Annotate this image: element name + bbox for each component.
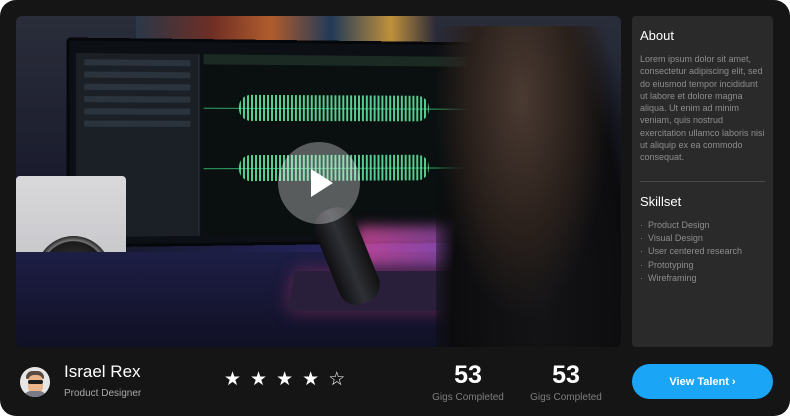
skill-list: Product Design Visual Design User center… — [640, 219, 765, 286]
divider — [640, 180, 765, 182]
skill-item: Product Design — [640, 219, 765, 233]
skill-item: Prototyping — [640, 259, 765, 273]
play-icon — [311, 169, 333, 197]
star-icon: ★ — [302, 369, 320, 390]
talent-role: Product Designer — [64, 388, 142, 399]
person — [436, 26, 621, 347]
skill-item: User centered research — [640, 245, 765, 259]
view-talent-label: View Talent — [669, 375, 729, 388]
about-panel: About Lorem ipsum dolor sit amet, consec… — [632, 16, 773, 347]
skill-item: Wireframing — [640, 272, 765, 286]
about-title: About — [640, 28, 674, 43]
star-icon: ★ — [250, 369, 268, 390]
stat-gigs-completed: 53 Gigs Completed — [423, 360, 513, 403]
play-button[interactable] — [278, 142, 360, 224]
view-talent-button[interactable]: View Talent › — [632, 364, 773, 399]
skill-item: Visual Design — [640, 232, 765, 246]
star-icon: ★ — [276, 369, 294, 390]
talent-name: Israel Rex — [64, 362, 141, 381]
chevron-right-icon: › — [731, 375, 736, 388]
stat-label: Gigs Completed — [432, 392, 504, 403]
about-text: Lorem ipsum dolor sit amet, consectetur … — [640, 54, 765, 163]
monitor-screen — [66, 37, 476, 248]
star-icon: ★ — [224, 369, 242, 390]
talent-card: About Lorem ipsum dolor sit amet, consec… — [0, 0, 790, 416]
video-player[interactable] — [16, 16, 621, 347]
star-rating: ★ ★ ★ ★ ☆ — [224, 370, 345, 390]
stat-value: 53 — [552, 361, 580, 389]
stat-label: Gigs Completed — [530, 392, 602, 403]
avatar — [20, 367, 50, 397]
stat-gigs-completed: 53 Gigs Completed — [521, 360, 611, 403]
audio-waveform — [238, 94, 429, 122]
stat-value: 53 — [454, 361, 482, 389]
skillset-title: Skillset — [640, 193, 682, 209]
star-icon: ☆ — [328, 369, 346, 390]
